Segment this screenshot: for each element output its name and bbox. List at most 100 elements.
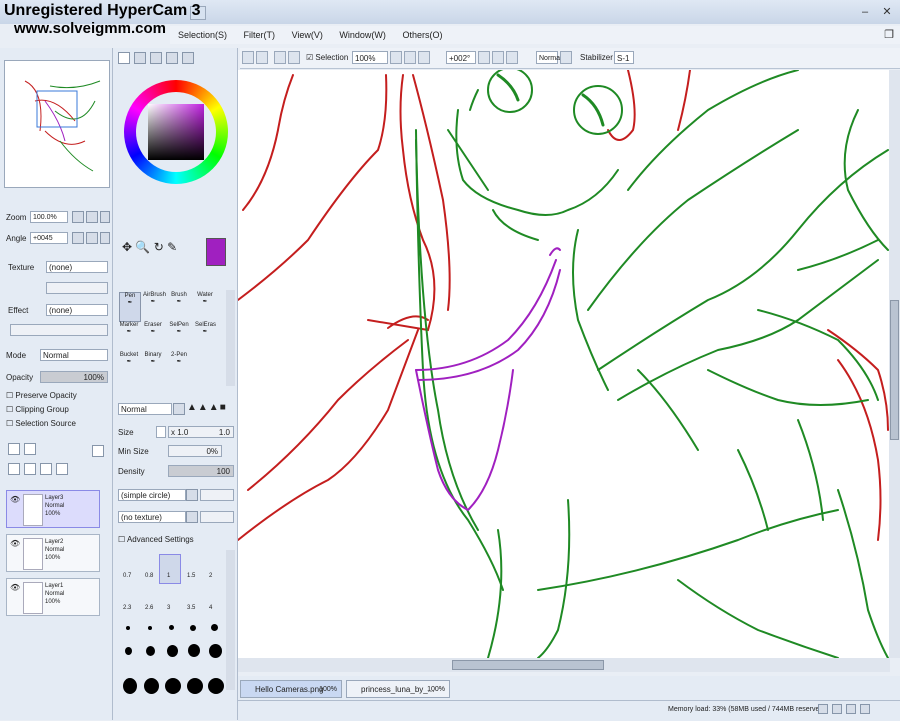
tray-icon[interactable] (818, 704, 828, 714)
texture-strength-slider[interactable] (200, 511, 234, 523)
layer-item[interactable]: 👁 Layer3 Normal 100% (6, 490, 100, 528)
nav-zoom-value[interactable]: 100.0% (30, 211, 68, 223)
menu-others[interactable]: Others(O) (402, 26, 442, 44)
size-multiplier-select[interactable] (156, 426, 166, 438)
swatches-tab-icon[interactable] (166, 52, 178, 64)
nav-angle-value[interactable]: +0045 (30, 232, 68, 244)
canvas-horizontal-scrollbar[interactable] (238, 658, 890, 672)
tray-icon[interactable] (832, 704, 842, 714)
canvas-vertical-scrollbar[interactable] (889, 70, 900, 658)
density-slider[interactable]: 100 (168, 465, 234, 477)
size-dot[interactable] (211, 624, 218, 631)
stabilizer-select[interactable]: S-1 (614, 51, 634, 64)
effect-strength[interactable] (10, 324, 108, 336)
close-icon[interactable]: ✕ (880, 6, 894, 18)
hsv-slider-tab-icon[interactable] (150, 52, 162, 64)
menu-view[interactable]: View(V) (292, 26, 323, 44)
rotate-left-button[interactable] (478, 51, 490, 64)
layer-item[interactable]: 👁 Layer2 Normal 100% (6, 534, 100, 572)
size-preset[interactable]: 1.5 (187, 570, 195, 582)
restore-icon[interactable]: ❐ (882, 29, 896, 41)
size-dot[interactable] (169, 625, 174, 630)
layer-item[interactable]: 👁 Layer1 Normal 100% (6, 578, 100, 616)
color-wheel-tab-icon[interactable] (118, 52, 130, 64)
nav-rotate-right-button[interactable] (86, 232, 98, 244)
minimize-icon[interactable]: – (858, 6, 872, 18)
presets-scrollbar[interactable] (226, 550, 235, 690)
nav-zoom-in-button[interactable] (86, 211, 98, 223)
color-wheel[interactable] (124, 72, 232, 232)
size-preset[interactable]: 2.3 (123, 602, 131, 614)
selection-visibility-button[interactable] (288, 51, 300, 64)
brush-shape-icons[interactable]: ▲▲▲■ (187, 402, 227, 413)
texture-strength[interactable] (46, 282, 108, 294)
scratchpad-tab-icon[interactable] (182, 52, 194, 64)
rotate-reset-button[interactable] (506, 51, 518, 64)
copy-layer-button[interactable] (8, 463, 20, 475)
size-dot[interactable] (125, 647, 132, 655)
size-preset[interactable]: 0.7 (123, 570, 131, 582)
layer-mode-select[interactable]: Normal (40, 349, 108, 361)
nav-rotate-left-button[interactable] (72, 232, 84, 244)
merge-down-button[interactable] (24, 463, 36, 475)
clear-layer-button[interactable] (40, 463, 52, 475)
eye-icon[interactable]: 👁 (10, 495, 20, 504)
new-layer-button[interactable] (8, 443, 20, 455)
tool-2pen[interactable]: 2-Pen ✒ (169, 352, 189, 380)
nav-zoom-reset-button[interactable] (100, 211, 110, 223)
layer-opacity-slider[interactable]: 100% (40, 371, 108, 383)
size-dot[interactable] (126, 626, 130, 630)
flip-button[interactable] (560, 51, 572, 64)
size-dot[interactable] (208, 678, 224, 694)
transform-button[interactable] (274, 51, 286, 64)
tool-selpen[interactable]: SelPen ✒ (169, 322, 189, 350)
clipping-group-checkbox[interactable]: ☐ Clipping Group (6, 404, 69, 416)
size-preset[interactable]: 0.8 (145, 570, 153, 582)
size-dot[interactable] (190, 625, 196, 631)
size-preset[interactable]: 2.6 (145, 602, 153, 614)
tool-seleras[interactable]: SelEras ✒ (195, 322, 216, 350)
zoom-reset-button[interactable] (418, 51, 430, 64)
size-dot[interactable] (188, 644, 200, 657)
tool-eraser[interactable]: Eraser ✒ (143, 322, 163, 350)
foreground-color-swatch[interactable] (206, 238, 226, 266)
nav-rotate-reset-button[interactable] (100, 232, 110, 244)
size-dot[interactable] (209, 644, 222, 658)
effect-select[interactable]: (none) (46, 304, 108, 316)
drawing-canvas[interactable] (238, 70, 890, 658)
size-preset[interactable]: 3.5 (187, 602, 195, 614)
tool-bucket[interactable]: Bucket ✒ (119, 352, 139, 380)
nav-zoom-out-button[interactable] (72, 211, 84, 223)
tool-airbrush[interactable]: AirBrush ✒ (143, 292, 166, 320)
zoom-select[interactable]: 100% (352, 51, 388, 64)
rgb-slider-tab-icon[interactable] (134, 52, 146, 64)
menu-window[interactable]: Window(W) (339, 26, 386, 44)
eye-icon[interactable]: 👁 (10, 583, 20, 592)
tray-icon[interactable] (846, 704, 856, 714)
deselect-button[interactable] (242, 51, 254, 64)
rotate-select[interactable]: +002° (446, 51, 476, 64)
tray-icon[interactable] (860, 704, 870, 714)
zoom-in-button[interactable] (404, 51, 416, 64)
size-preset[interactable]: 4 (209, 602, 212, 614)
size-dot[interactable] (165, 678, 181, 694)
tool-water[interactable]: Water ✒ (195, 292, 215, 320)
navigator-preview[interactable] (4, 60, 110, 188)
rotate-right-button[interactable] (492, 51, 504, 64)
zoom-out-button[interactable] (390, 51, 402, 64)
size-dot[interactable] (123, 678, 137, 694)
shape-dropdown-button[interactable] (186, 489, 198, 501)
size-dot[interactable] (148, 626, 152, 630)
preserve-opacity-checkbox[interactable]: ☐ Preserve Opacity (6, 390, 77, 402)
tab-document-2[interactable]: princess_luna_by_... 100% (346, 680, 450, 698)
eyedropper-icon[interactable]: ✎ (167, 240, 177, 254)
view-mode-select[interactable]: Normal (536, 51, 562, 64)
tool-marker[interactable]: Marker ✒ (119, 322, 139, 350)
menu-filter[interactable]: Filter(T) (244, 26, 276, 44)
tool-pen[interactable]: Pen ✒ (119, 292, 141, 322)
move-icon[interactable]: ✥ (122, 240, 132, 254)
linear-layer-button[interactable] (92, 445, 104, 457)
shape-strength[interactable] (200, 489, 234, 501)
tool-brush[interactable]: Brush ✒ (169, 292, 189, 320)
eye-icon[interactable]: 👁 (10, 539, 20, 548)
